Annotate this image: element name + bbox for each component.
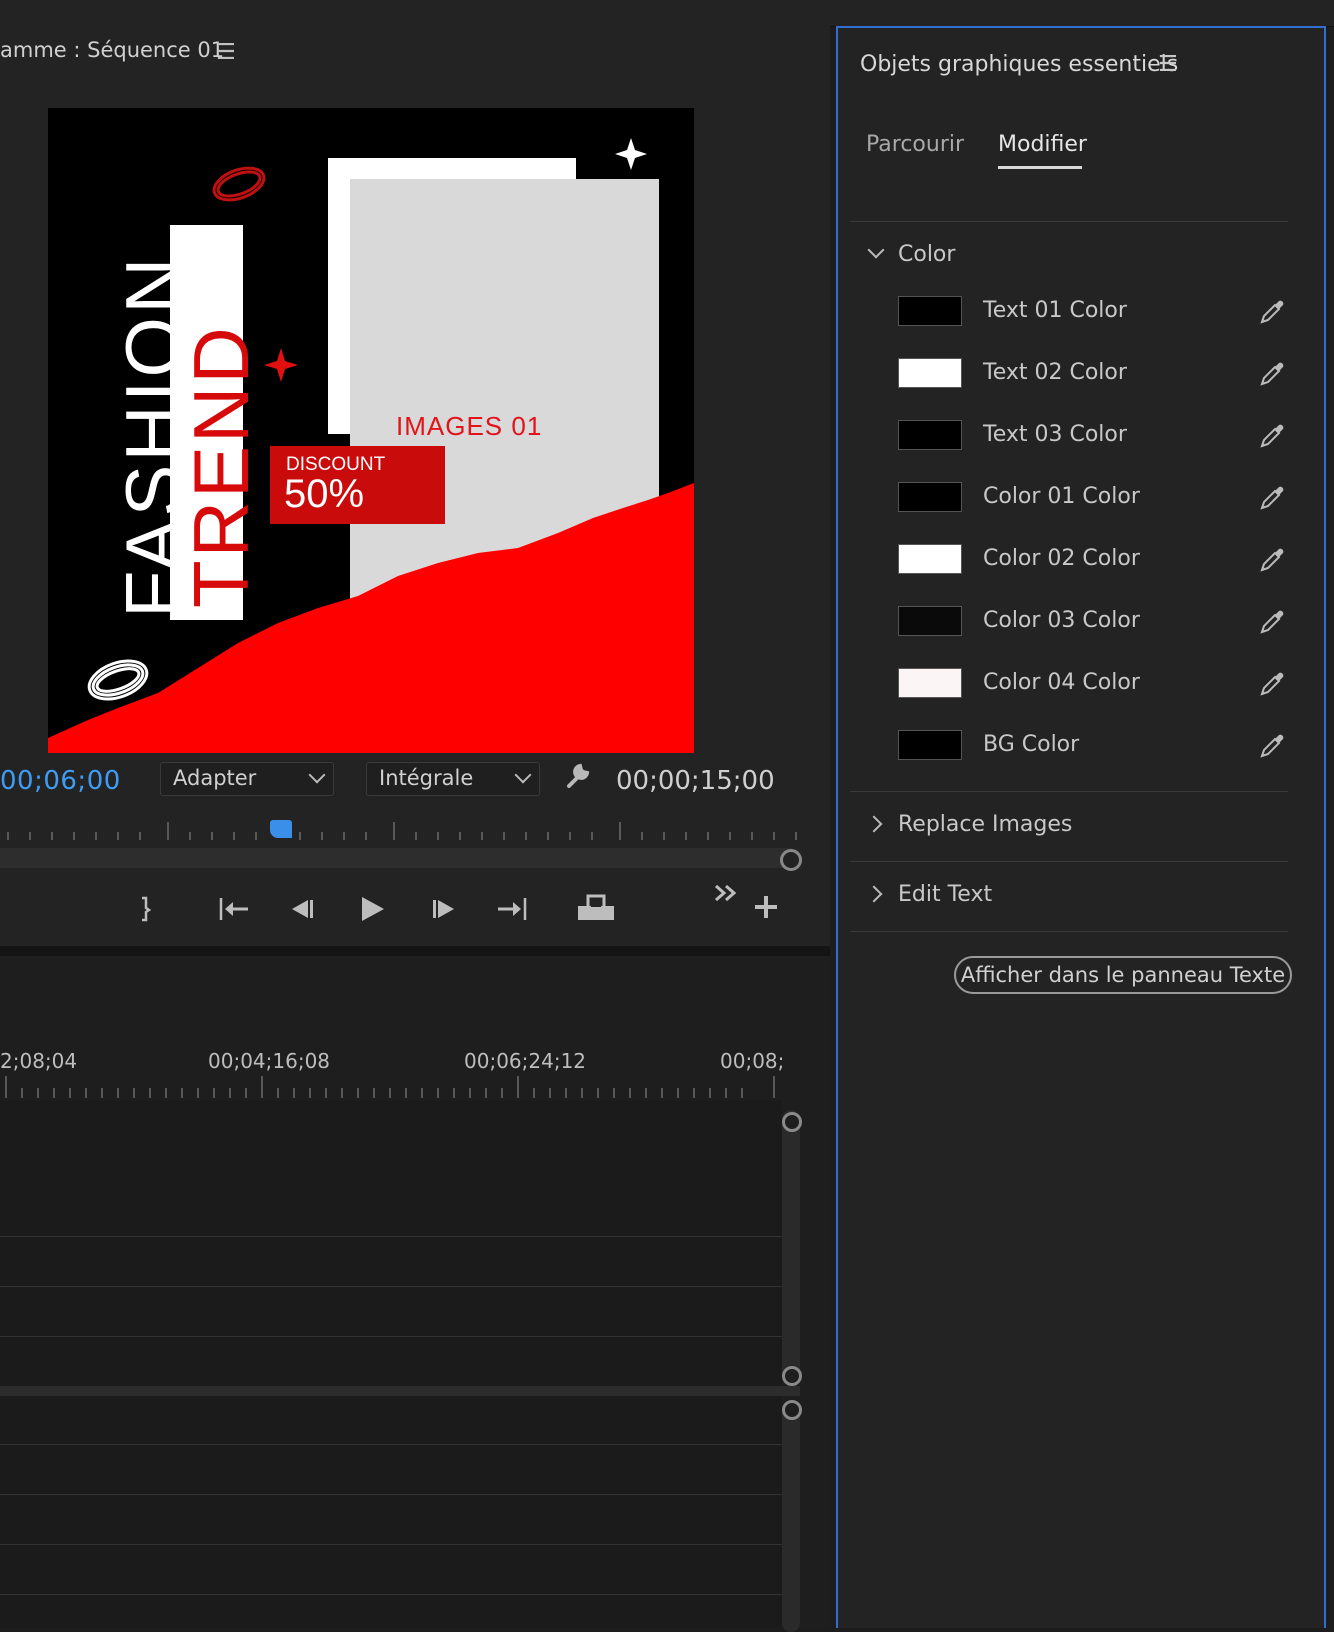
color-label-text02: Text 02 Color (983, 360, 1127, 385)
show-in-text-panel-button[interactable]: Afficher dans le panneau Texte (954, 956, 1292, 994)
track-divider (0, 1336, 782, 1337)
color-label-text03: Text 03 Color (983, 422, 1127, 447)
scrollbar-handle[interactable] (782, 1400, 802, 1420)
chevron-down-icon (514, 766, 532, 784)
top-bar (0, 0, 1334, 27)
color-section-header[interactable]: Color (898, 242, 955, 267)
eyedropper-icon[interactable] (1258, 482, 1288, 512)
program-monitor-title[interactable]: amme : Séquence 01 (0, 38, 224, 62)
images-label: IMAGES 01 (396, 411, 543, 441)
scrollbar-handle[interactable] (782, 1366, 802, 1386)
eyedropper-icon[interactable] (1258, 544, 1288, 574)
color-swatch-color03[interactable] (898, 606, 962, 636)
scrollbar-handle[interactable] (782, 1112, 802, 1132)
current-timecode[interactable]: 00;06;00 (0, 766, 121, 796)
color-swatch-text02[interactable] (898, 358, 962, 388)
track-divider (0, 1236, 782, 1237)
zoom-level-dropdown[interactable]: Adapter (160, 762, 334, 796)
timeline-ruler-label: 2;08;04 (0, 1049, 78, 1073)
track-divider (0, 1444, 782, 1445)
zoom-scrollbar-handle[interactable] (780, 849, 802, 871)
discount-value: 50% (284, 472, 365, 516)
section-divider (850, 221, 1288, 222)
essential-graphics-title[interactable]: Objets graphiques essentiels (860, 52, 1178, 77)
color-label-color01: Color 01 Color (983, 484, 1140, 509)
color-swatch-text03[interactable] (898, 420, 962, 450)
timeline-ruler-label: 00;04;16;08 (208, 1049, 331, 1073)
track-divider (0, 1286, 782, 1287)
tab-edit[interactable]: Modifier (998, 132, 1087, 157)
color-swatch-bg[interactable] (898, 730, 962, 760)
edit-text-section-header[interactable]: Edit Text (898, 882, 992, 907)
audio-tracks-scrollbar[interactable] (782, 1402, 800, 1632)
eyedropper-icon[interactable] (1258, 296, 1288, 326)
step-forward-icon[interactable] (428, 888, 460, 928)
track-divider (0, 1594, 782, 1595)
zoom-level-value: Adapter (173, 766, 257, 790)
eyedropper-icon[interactable] (1258, 606, 1288, 636)
color-label-color03: Color 03 Color (983, 608, 1140, 633)
program-preview-frame[interactable]: FASHION TREND IMAGES 01 DISCOUNT 50% (48, 108, 694, 753)
playback-resolution-dropdown[interactable]: Intégrale (366, 762, 540, 796)
export-frame-icon[interactable] (576, 888, 616, 928)
trend-text: TREND (177, 324, 265, 608)
tab-browse[interactable]: Parcourir (866, 132, 964, 157)
eyedropper-icon[interactable] (1258, 358, 1288, 388)
color-swatch-color04[interactable] (898, 668, 962, 698)
chevron-down-icon (308, 766, 326, 784)
section-divider (850, 791, 1288, 792)
mark-out-icon[interactable] (130, 888, 160, 928)
step-back-icon[interactable] (286, 888, 318, 928)
go-to-in-icon[interactable] (216, 888, 252, 928)
more-controls-icon[interactable] (712, 878, 740, 918)
color-swatch-text01[interactable] (898, 296, 962, 326)
video-audio-divider[interactable] (0, 1386, 800, 1396)
section-divider (850, 861, 1288, 862)
playback-resolution-value: Intégrale (379, 766, 474, 790)
color-swatch-color01[interactable] (898, 482, 962, 512)
monitor-time-ruler[interactable] (0, 820, 800, 840)
track-divider (0, 1494, 782, 1495)
eyedropper-icon[interactable] (1258, 668, 1288, 698)
duration-timecode: 00;00;15;00 (616, 766, 775, 796)
color-label-color04: Color 04 Color (983, 670, 1140, 695)
add-button-icon[interactable] (752, 892, 780, 932)
eyedropper-icon[interactable] (1258, 420, 1288, 450)
panel-menu-icon[interactable]: ☰ (216, 40, 236, 65)
color-label-text01: Text 01 Color (983, 298, 1127, 323)
panel-menu-icon[interactable]: ☰ (1158, 52, 1178, 77)
go-to-out-icon[interactable] (494, 888, 530, 928)
timeline-time-ruler[interactable] (0, 1072, 780, 1098)
monitor-zoom-scrollbar[interactable] (0, 848, 792, 868)
track-divider (0, 1544, 782, 1545)
active-tab-indicator (998, 166, 1082, 169)
eyedropper-icon[interactable] (1258, 730, 1288, 760)
settings-wrench-icon[interactable] (563, 760, 593, 797)
video-tracks-scrollbar[interactable] (782, 1110, 800, 1380)
timeline-ruler-label: 00;08; (720, 1049, 785, 1073)
color-swatch-color02[interactable] (898, 544, 962, 574)
timeline-ruler-label: 00;06;24;12 (464, 1049, 587, 1073)
color-label-bg: BG Color (983, 732, 1080, 757)
color-label-color02: Color 02 Color (983, 546, 1140, 571)
replace-images-section-header[interactable]: Replace Images (898, 812, 1072, 837)
panel-divider[interactable] (0, 946, 830, 956)
play-icon[interactable] (356, 888, 388, 928)
playhead-marker[interactable] (270, 820, 292, 838)
timeline-tracks-area[interactable] (0, 1100, 782, 1628)
section-divider (850, 931, 1288, 932)
